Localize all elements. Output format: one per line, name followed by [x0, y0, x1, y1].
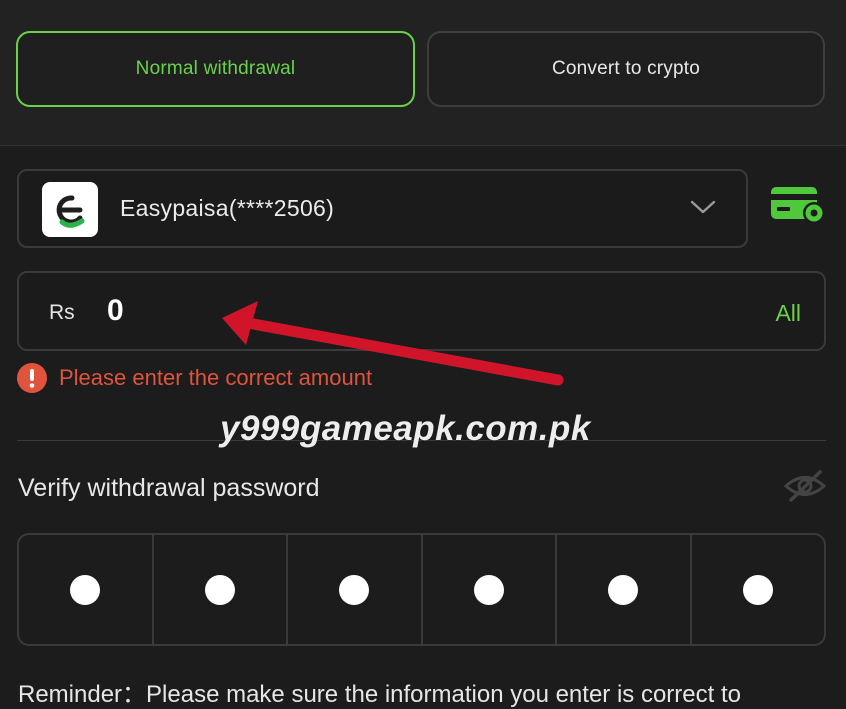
pin-cell[interactable]: [154, 535, 288, 644]
amount-value[interactable]: 0: [107, 294, 124, 328]
account-select[interactable]: Easypaisa(****2506): [17, 169, 748, 248]
account-label: Easypaisa(****2506): [120, 195, 335, 221]
error-text: Please enter the correct amount: [59, 365, 373, 390]
watermark: y999gameapk.com.pk: [220, 409, 591, 448]
pin-cell[interactable]: [423, 535, 557, 644]
withdrawal-type-tabs: Normal withdrawal Convert to crypto: [0, 0, 846, 146]
card-settings-icon[interactable]: [770, 186, 828, 226]
password-pin-input[interactable]: [17, 533, 826, 646]
amount-input[interactable]: Rs 0 All: [17, 271, 826, 351]
reminder-text: Reminder：Please make sure the informatio…: [18, 681, 741, 708]
pin-dot: [742, 574, 773, 605]
easypaisa-logo-icon: [42, 182, 98, 237]
error-message: Please enter the correct amount: [17, 362, 372, 394]
chevron-down-icon[interactable]: [690, 197, 716, 217]
pin-cell[interactable]: [557, 535, 692, 644]
pin-dot: [204, 574, 235, 605]
pin-dot: [339, 574, 370, 605]
pin-cell[interactable]: [19, 535, 154, 644]
alert-circle-icon: [17, 363, 47, 393]
eye-off-icon[interactable]: [783, 469, 827, 503]
pin-dot: [70, 574, 101, 605]
pin-cell[interactable]: [288, 535, 423, 644]
pin-dot: [608, 574, 639, 605]
currency-label: Rs: [49, 301, 75, 324]
pin-dot: [473, 574, 504, 605]
pin-cell[interactable]: [692, 535, 825, 644]
tab-normal-withdrawal[interactable]: Normal withdrawal: [16, 31, 415, 107]
password-label: Verify withdrawal password: [18, 474, 320, 502]
all-amount-button[interactable]: All: [775, 300, 801, 327]
tab-convert-to-crypto[interactable]: Convert to crypto: [427, 31, 825, 107]
